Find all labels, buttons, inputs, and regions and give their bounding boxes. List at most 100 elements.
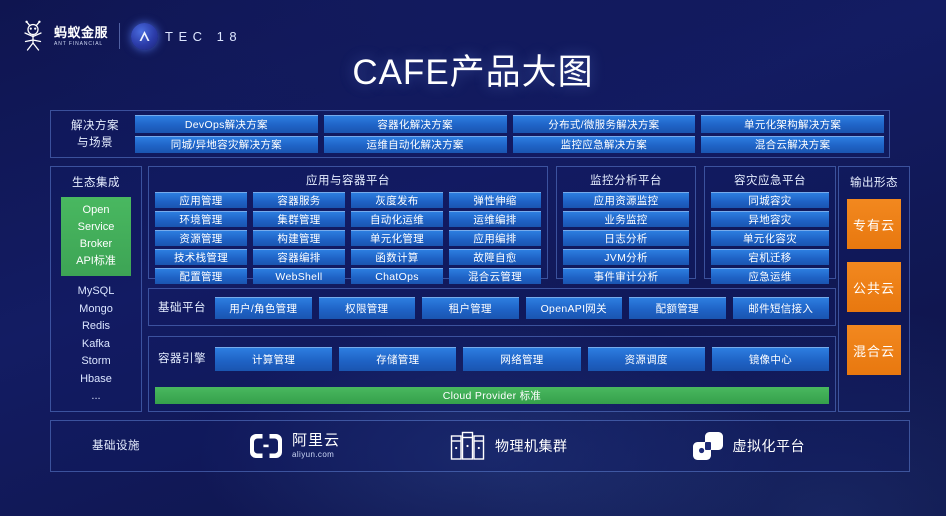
dr-platform-chip[interactable]: 应急运维 — [711, 268, 829, 284]
solutions-panel: 解决方案 与场景 DevOps解决方案 容器化解决方案 分布式/微服务解决方案 … — [50, 110, 890, 158]
solutions-row-1: DevOps解决方案 容器化解决方案 分布式/微服务解决方案 单元化架构解决方案 — [135, 115, 884, 133]
container-engine-panel: 容器引擎 计算管理 存储管理 网络管理 资源调度 镜像中心 Cloud Prov… — [148, 336, 836, 412]
monitor-platform-chip[interactable]: JVM分析 — [563, 249, 689, 265]
container-engine-chip[interactable]: 存储管理 — [339, 347, 457, 371]
base-platform-label: 基础平台 — [158, 301, 206, 314]
solution-chip[interactable]: 运维自动化解决方案 — [323, 135, 507, 153]
output-form-box[interactable]: 公共云 — [847, 262, 901, 312]
app-platform-title: 应用与容器平台 — [306, 175, 390, 187]
output-forms-panel: 输出形态 专有云 公共云 混合云 — [838, 166, 910, 412]
app-platform-chip[interactable]: 弹性伸缩 — [449, 192, 541, 208]
infrastructure-label: 基础设施 — [92, 439, 140, 452]
open-service-broker-box: Open Service Broker API标准 — [61, 197, 131, 276]
server-rack-icon — [450, 431, 485, 460]
aliyun-caption-en: aliyun.com — [292, 450, 335, 459]
monitor-platform-chip[interactable]: 日志分析 — [563, 230, 689, 246]
infrastructure-item-virtual: 虚拟化平台 — [692, 431, 806, 461]
base-platform-row: 基础平台 用户/角色管理 权限管理 租户管理 OpenAPI网关 配额管理 邮件… — [149, 297, 835, 319]
solution-chip[interactable]: 监控应急解决方案 — [512, 135, 696, 153]
app-platform-chip[interactable]: 单元化管理 — [351, 230, 443, 246]
container-engine-label: 容器引擎 — [158, 352, 206, 365]
app-platform-chip[interactable]: 容器编排 — [253, 249, 345, 265]
infrastructure-items: 阿里云 aliyun.com 物理机集群 虚拟化平台 — [181, 431, 909, 461]
app-platform-chip[interactable]: 配置管理 — [155, 268, 247, 284]
app-platform-chip[interactable]: 灰度发布 — [351, 192, 443, 208]
dr-platform-title: 容灾应急平台 — [734, 175, 806, 187]
ecosystem-item: MySQL — [77, 285, 115, 297]
app-platform-chip[interactable]: 构建管理 — [253, 230, 345, 246]
letter-a-glyph-icon — [139, 31, 150, 41]
app-platform-grid: 应用管理 容器服务 灰度发布 弹性伸缩 环境管理 集群管理 自动化运维 运维编排… — [155, 192, 541, 284]
ecosystem-items: MySQL Mongo Redis Kafka Storm Hbase ... — [51, 283, 141, 406]
dr-platform-chip[interactable]: 单元化容灾 — [711, 230, 829, 246]
ecosystem-panel: 生态集成 Open Service Broker API标准 MySQL Mon… — [50, 166, 142, 412]
ecosystem-item: Redis — [81, 320, 111, 332]
base-platform-chip[interactable]: 租户管理 — [422, 297, 519, 319]
base-platform-chip[interactable]: 用户/角色管理 — [215, 297, 312, 319]
solution-chip[interactable]: 同城/异地容灾解决方案 — [135, 135, 318, 153]
app-container-platform-panel: 应用与容器平台 应用管理 容器服务 灰度发布 弹性伸缩 环境管理 集群管理 自动… — [148, 166, 548, 284]
virtualization-caption: 虚拟化平台 — [732, 438, 806, 454]
solution-chip[interactable]: 容器化解决方案 — [323, 115, 507, 133]
dr-platform-chip[interactable]: 异地容灾 — [711, 211, 829, 227]
dr-platform-chip[interactable]: 宕机迁移 — [711, 249, 829, 265]
monitor-platform-title: 监控分析平台 — [590, 175, 662, 187]
container-engine-row: 容器引擎 计算管理 存储管理 网络管理 资源调度 镜像中心 — [149, 347, 835, 371]
app-platform-chip[interactable]: 应用管理 — [155, 192, 247, 208]
aliyun-logo-icon — [250, 434, 282, 458]
solution-chip[interactable]: DevOps解决方案 — [135, 115, 318, 133]
app-platform-chip[interactable]: 函数计算 — [351, 249, 443, 265]
osb-line: Broker — [79, 238, 113, 250]
monitor-platform-chip[interactable]: 应用资源监控 — [563, 192, 689, 208]
virtualization-icon — [692, 432, 723, 460]
container-engine-chips: 计算管理 存储管理 网络管理 资源调度 镜像中心 — [215, 347, 835, 371]
base-platform-chips: 用户/角色管理 权限管理 租户管理 OpenAPI网关 配额管理 邮件短信接入 — [215, 297, 835, 319]
output-forms-list: 专有云 公共云 混合云 — [839, 199, 909, 375]
solution-chip[interactable]: 分布式/微服务解决方案 — [512, 115, 696, 133]
monitor-platform-chip[interactable]: 业务监控 — [563, 211, 689, 227]
ecosystem-title: 生态集成 — [72, 177, 120, 189]
ecosystem-item: Mongo — [79, 302, 113, 315]
ecosystem-item: Storm — [81, 355, 111, 367]
infrastructure-item-aliyun: 阿里云 aliyun.com — [249, 433, 340, 459]
ant-wordmark-cn: 蚂蚁金服 — [54, 24, 109, 40]
infrastructure-panel: 基础设施 阿里云 aliyun.com 物理机集群 虚拟化平台 — [50, 420, 910, 472]
app-platform-chip[interactable]: 技术栈管理 — [155, 249, 247, 265]
base-platform-chip[interactable]: 权限管理 — [318, 297, 415, 319]
output-form-box[interactable]: 混合云 — [847, 325, 901, 375]
app-platform-chip[interactable]: 混合云管理 — [449, 268, 541, 284]
solution-chip[interactable]: 混合云解决方案 — [701, 135, 884, 153]
app-platform-chip[interactable]: 运维编排 — [449, 211, 541, 227]
solutions-label-line1: 解决方案 — [71, 120, 119, 133]
container-engine-chip[interactable]: 计算管理 — [215, 347, 333, 371]
app-platform-chip[interactable]: ChatOps — [351, 268, 443, 284]
app-platform-chip[interactable]: 故障自愈 — [449, 249, 541, 265]
page-title: CAFE产品大图 — [352, 53, 594, 92]
app-platform-chip[interactable]: WebShell — [253, 268, 345, 284]
dr-platform-chip[interactable]: 同城容灾 — [711, 192, 829, 208]
dr-platform-grid: 同城容灾 异地容灾 单元化容灾 宕机迁移 应急运维 — [711, 192, 829, 284]
monitor-platform-chip[interactable]: 事件审计分析 — [563, 268, 689, 284]
atec-wordmark: TEC 18 — [165, 28, 243, 44]
container-engine-chip[interactable]: 网络管理 — [463, 347, 581, 371]
app-platform-chip[interactable]: 自动化运维 — [351, 211, 443, 227]
aliyun-caption-cn: 阿里云 — [292, 432, 341, 449]
solutions-grid: DevOps解决方案 容器化解决方案 分布式/微服务解决方案 单元化架构解决方案… — [135, 115, 884, 153]
base-platform-chip[interactable]: 配额管理 — [629, 297, 726, 319]
output-form-box[interactable]: 专有云 — [847, 199, 901, 249]
osb-line: Open — [82, 204, 110, 216]
container-engine-chip[interactable]: 镜像中心 — [711, 347, 830, 371]
disaster-recovery-platform-panel: 容灾应急平台 同城容灾 异地容灾 单元化容灾 宕机迁移 应急运维 — [704, 166, 836, 284]
base-platform-panel: 基础平台 用户/角色管理 权限管理 租户管理 OpenAPI网关 配额管理 邮件… — [148, 288, 836, 326]
solution-chip[interactable]: 单元化架构解决方案 — [701, 115, 884, 133]
base-platform-chip[interactable]: OpenAPI网关 — [525, 297, 622, 319]
app-platform-chip[interactable]: 集群管理 — [253, 211, 345, 227]
app-platform-chip[interactable]: 资源管理 — [155, 230, 247, 246]
app-platform-chip[interactable]: 应用编排 — [449, 230, 541, 246]
output-forms-title: 输出形态 — [850, 177, 898, 189]
app-platform-chip[interactable]: 环境管理 — [155, 211, 247, 227]
app-platform-chip[interactable]: 容器服务 — [253, 192, 345, 208]
base-platform-chip[interactable]: 邮件短信接入 — [732, 297, 829, 319]
physical-cluster-caption: 物理机集群 — [495, 438, 568, 454]
container-engine-chip[interactable]: 资源调度 — [587, 347, 705, 371]
